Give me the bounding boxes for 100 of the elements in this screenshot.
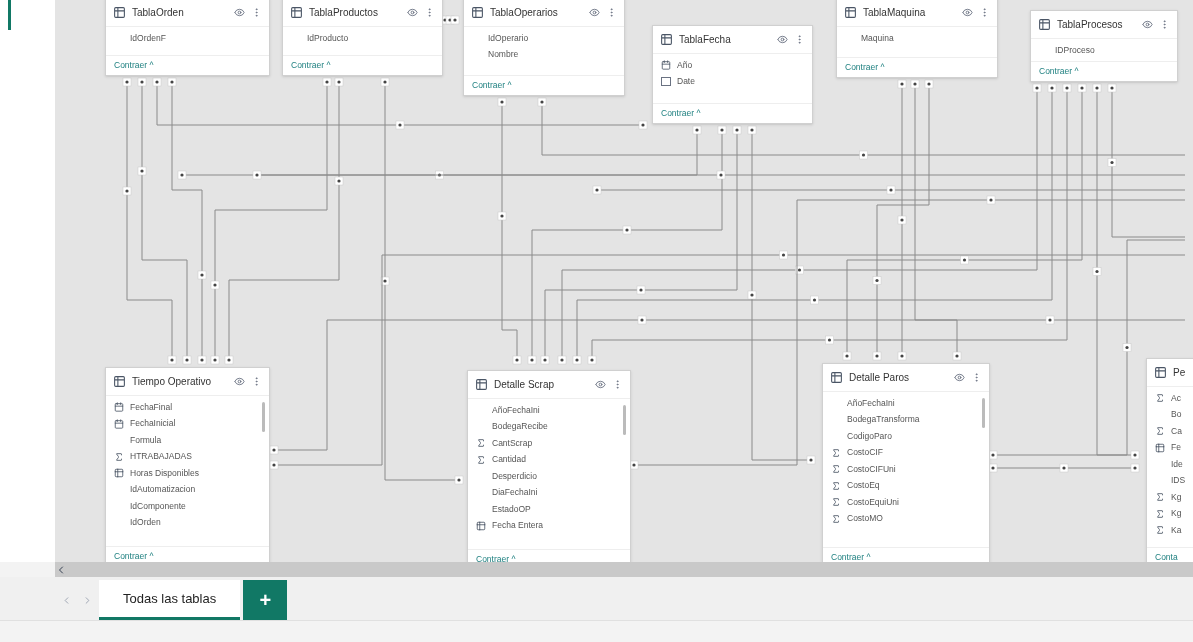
table-icon <box>475 378 488 391</box>
field-name[interactable]: Fecha Entera <box>492 519 544 533</box>
eye-icon[interactable] <box>234 7 245 18</box>
table-card[interactable]: TablaOrden IdOrdenF Contraer ^ <box>105 0 270 76</box>
field-name[interactable]: DiaFechaIni <box>492 486 538 500</box>
table-card[interactable]: Pe Ac Bo Ca Fe Ide IDS Kg Kg Ka Conta <box>1146 358 1193 562</box>
layout-tab[interactable]: Todas las tablas <box>99 580 241 620</box>
field-name[interactable]: BodegaRecibe <box>492 420 548 434</box>
field-name[interactable]: Ac <box>1171 391 1181 405</box>
field-name[interactable]: IDProceso <box>1055 43 1095 57</box>
table-title: TablaOperarios <box>490 6 558 20</box>
table-card[interactable]: TablaOperarios IdOperario Nombre Contraer ^ <box>463 0 625 96</box>
sigma-icon <box>1155 426 1165 437</box>
sigma-icon <box>476 454 486 465</box>
scrollbar-thumb[interactable] <box>262 402 265 432</box>
table-title: TablaOrden <box>132 6 184 20</box>
field-name[interactable]: CostoCIF <box>847 446 883 460</box>
field-name[interactable]: AñoFechaIni <box>492 403 540 417</box>
field-name[interactable]: CantScrap <box>492 436 533 450</box>
table-card[interactable]: Detalle Scrap AñoFechaIni BodegaRecibe CantScrap Cantidad Desperdicio DiaFechaIni EstadoOP Fecha Entera Contraer ^ <box>467 370 631 562</box>
table-title: TablaProductos <box>309 6 378 20</box>
field-name[interactable]: FechaFinal <box>130 400 173 414</box>
eye-icon[interactable] <box>407 7 418 18</box>
field-name[interactable]: Horas Disponibles <box>130 466 199 480</box>
field-name[interactable]: EstadoOP <box>492 502 531 516</box>
field-name[interactable]: CostoEq <box>847 479 880 493</box>
field-name[interactable]: IdProducto <box>307 31 349 45</box>
field-name[interactable]: Kg <box>1171 507 1182 521</box>
sigma-icon <box>476 438 486 449</box>
field-name[interactable]: Nombre <box>488 48 519 62</box>
table-icon <box>660 33 673 46</box>
collapse-link[interactable]: Conta <box>1155 551 1178 562</box>
table-card[interactable]: Detalle Paros AñoFechaIni BodegaTransforma CodigoParo CostoCIF CostoCIFUni CostoEq CostoEquiUni CostoMO Contraer ^ <box>822 363 990 562</box>
table-icon <box>113 6 126 19</box>
collapse-link[interactable]: Contraer ^ <box>291 59 331 72</box>
field-name[interactable]: IDS <box>1171 474 1186 488</box>
field-name[interactable]: Ka <box>1171 523 1182 537</box>
table-card[interactable]: TablaProductos IdProducto Contraer ^ <box>282 0 443 76</box>
add-tab-button[interactable]: + <box>243 580 288 620</box>
table-icon <box>476 520 486 531</box>
field-name[interactable]: Maquina <box>861 31 894 45</box>
table-icon <box>1154 366 1167 379</box>
field-name[interactable]: IdOrden <box>130 516 161 530</box>
field-name[interactable]: Año <box>677 58 693 72</box>
table-card[interactable]: TablaProcesos IDProceso Contraer ^ <box>1030 10 1178 82</box>
table-icon <box>844 6 857 19</box>
field-name[interactable]: Ca <box>1171 424 1182 438</box>
field-name[interactable]: IdOrdenF <box>130 31 166 45</box>
field-name[interactable]: FechaInicial <box>130 417 176 431</box>
field-name[interactable]: CostoMO <box>847 512 883 526</box>
field-name[interactable]: Fe <box>1171 441 1181 455</box>
table-card[interactable]: TablaFecha Año Date Contraer ^ <box>652 25 813 124</box>
sigma-icon <box>831 513 841 524</box>
sigma-icon <box>1155 393 1165 404</box>
eye-icon[interactable] <box>962 7 973 18</box>
eye-icon[interactable] <box>595 379 606 390</box>
field-name[interactable]: Ide <box>1171 457 1183 471</box>
calendar-icon <box>114 402 124 413</box>
field-name[interactable]: BodegaTransforma <box>847 413 920 427</box>
table-title: TablaFecha <box>679 33 731 47</box>
eye-icon[interactable] <box>234 376 245 387</box>
table-title: TablaMaquina <box>863 6 926 20</box>
collapse-link[interactable]: Contraer ^ <box>114 550 154 562</box>
table-icon <box>1155 442 1165 453</box>
field-name[interactable]: Formula <box>130 433 162 447</box>
field-name[interactable]: AñoFechaIni <box>847 396 895 410</box>
eye-icon[interactable] <box>589 7 600 18</box>
field-name[interactable]: IdAutomatizacion <box>130 483 196 497</box>
field-name[interactable]: Bo <box>1171 408 1182 422</box>
table-card[interactable]: TablaMaquina Maquina Contraer ^ <box>836 0 998 78</box>
collapse-link[interactable]: Contraer ^ <box>476 553 516 562</box>
collapse-link[interactable]: Contraer ^ <box>1039 65 1079 78</box>
collapse-link[interactable]: Contraer ^ <box>114 59 154 72</box>
field-name[interactable]: Date <box>677 75 695 89</box>
sigma-icon <box>1155 508 1165 519</box>
sigma-icon <box>831 447 841 458</box>
field-name[interactable]: CostoCIFUni <box>847 462 896 476</box>
scrollbar-thumb[interactable] <box>623 405 626 435</box>
field-name[interactable]: CodigoParo <box>847 429 892 443</box>
scrollbar-thumb[interactable] <box>982 398 985 428</box>
calendar-icon <box>114 418 124 429</box>
eye-icon[interactable] <box>1142 19 1153 30</box>
sigma-icon <box>1155 492 1165 503</box>
collapse-link[interactable]: Contraer ^ <box>831 551 871 562</box>
collapse-link[interactable]: Contraer ^ <box>661 107 701 120</box>
field-name[interactable]: IdComponente <box>130 499 186 513</box>
collapse-link[interactable]: Contraer ^ <box>845 61 885 74</box>
field-name[interactable]: IdOperario <box>488 31 529 45</box>
table-card[interactable]: Tiempo Operativo FechaFinal FechaInicial Formula HTRABAJADAS Horas Disponibles IdAutomatizacion IdComponente IdOrden Contraer ^ <box>105 367 270 562</box>
eye-icon[interactable] <box>954 372 965 383</box>
field-name[interactable]: HTRABAJADAS <box>130 450 192 464</box>
field-name[interactable]: CostoEquiUni <box>847 495 899 509</box>
field-name[interactable]: Cantidad <box>492 453 527 467</box>
field-name[interactable]: Desperdicio <box>492 469 537 483</box>
eye-icon[interactable] <box>777 34 788 45</box>
horizontal-scrollbar[interactable] <box>55 562 1193 577</box>
collapse-link[interactable]: Contraer ^ <box>472 79 512 92</box>
table-icon <box>290 6 303 19</box>
field-name[interactable]: Kg <box>1171 490 1182 504</box>
calendar-icon <box>661 60 671 71</box>
